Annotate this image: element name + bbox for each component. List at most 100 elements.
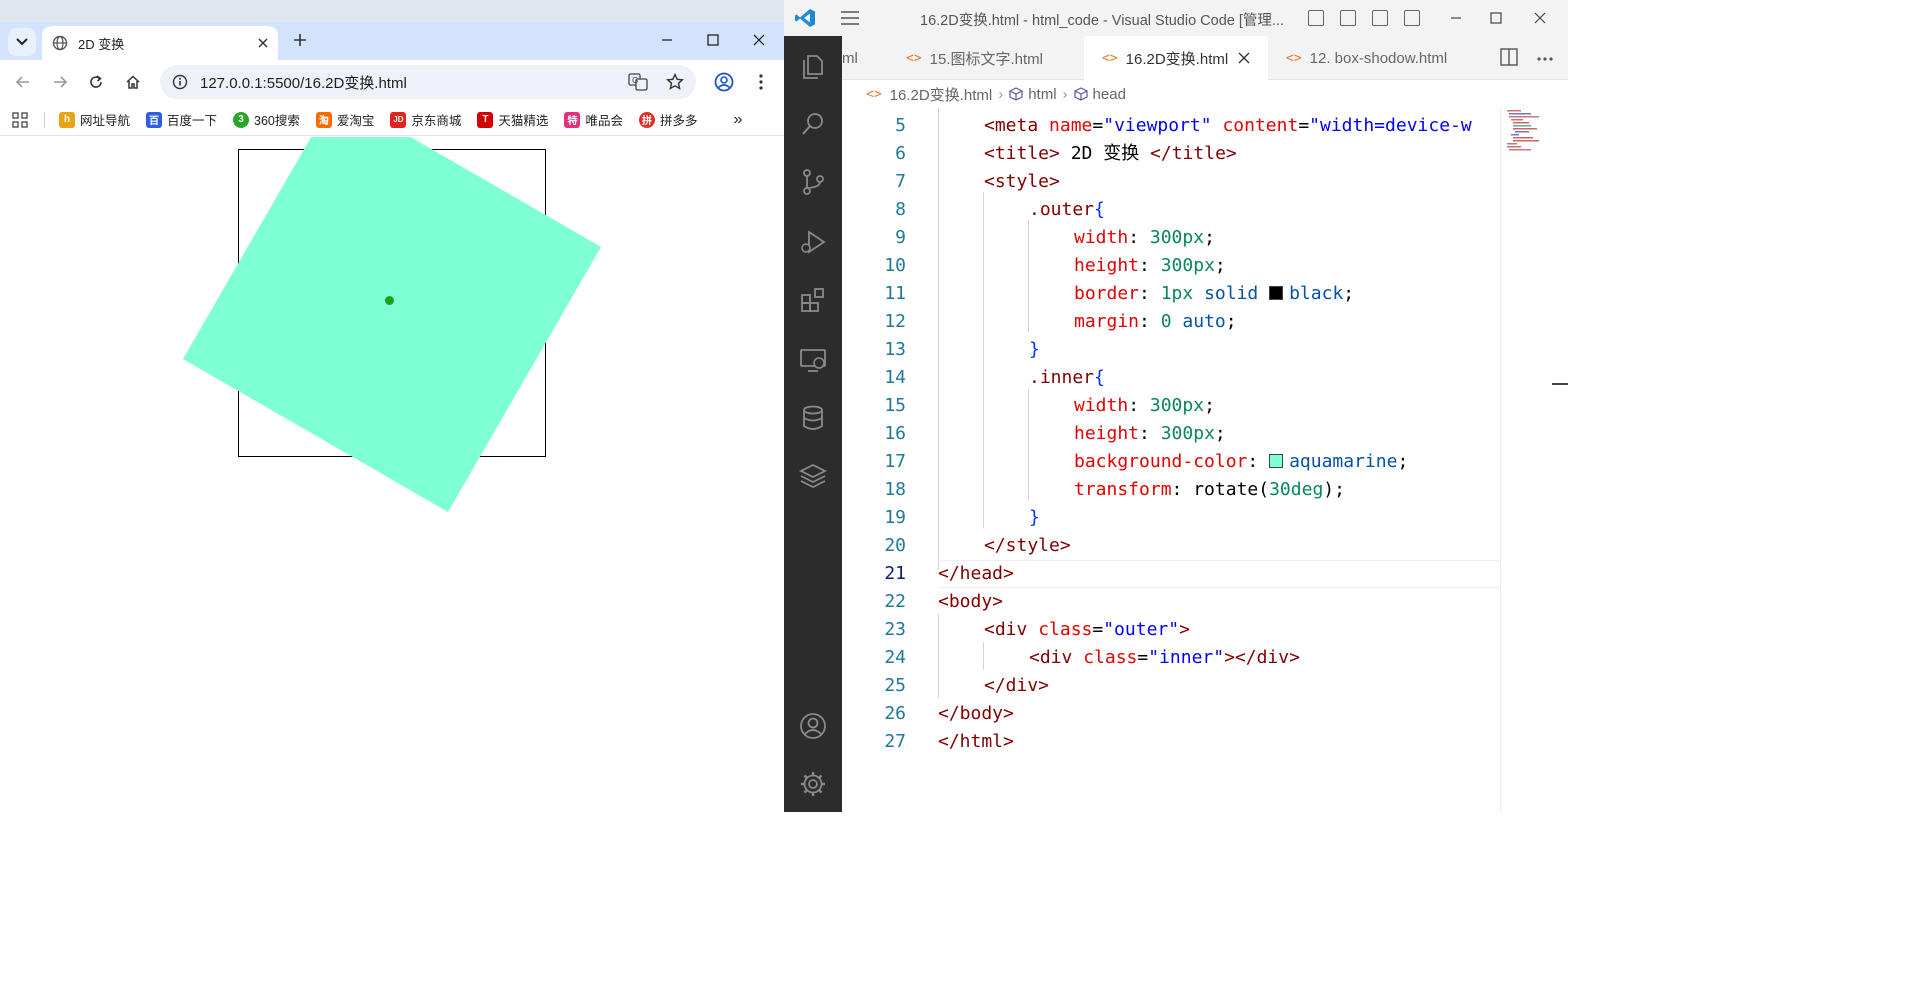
bookmark-favicon: 特 (564, 111, 581, 128)
editor-tab-bar: ml <> 15.图标文字.html <> 16.2D变换.html <> 12. b… (842, 36, 1568, 80)
bookmark-item[interactable]: 淘爱淘宝 (315, 110, 375, 129)
account-icon[interactable] (797, 710, 829, 742)
browser-menu-button[interactable] (747, 68, 775, 96)
code-token: ; (1204, 395, 1215, 416)
address-bar[interactable]: 127.0.0.1:5500/16.2D变换.html G (160, 65, 696, 99)
code-token: class (1083, 647, 1138, 668)
line-number: 18 (884, 479, 906, 500)
bookmark-item[interactable]: JD 京东商城 (390, 110, 461, 129)
page-viewport (0, 137, 784, 812)
back-button[interactable] (9, 68, 37, 96)
search-icon[interactable] (797, 108, 829, 140)
editor-scrollbar[interactable] (1552, 108, 1568, 812)
tab-title: 2D 变换 (78, 36, 125, 52)
line-number: 7 (895, 171, 906, 192)
reload-button[interactable] (82, 68, 110, 96)
color-swatch-aquamarine[interactable] (1269, 454, 1284, 468)
customize-layout-icon[interactable] (1404, 10, 1420, 26)
code-token: 1px (1160, 283, 1194, 304)
bookmark-item[interactable]: 百百度一下 (146, 110, 217, 129)
translate-icon[interactable]: G (628, 73, 648, 91)
vscode-minimize-button[interactable] (1436, 6, 1476, 30)
current-line-highlight (938, 560, 1500, 588)
bookmark-label: 拼多多 (659, 114, 698, 128)
bookmark-item[interactable]: T 天猫精选 (477, 110, 548, 129)
remote-explorer-icon[interactable] (797, 344, 829, 376)
code-line: 20 </style> (842, 532, 1500, 560)
toggle-panel-icon[interactable] (1340, 10, 1356, 26)
breadcrumb-html[interactable]: html (1028, 86, 1056, 103)
code-token: solid (1193, 283, 1270, 304)
bookmarks-bar: h 网址导航 百百度一下 3 360搜索 淘爱淘宝 JD 京东商城 T 天猫精选 特唯品… (0, 104, 784, 136)
code-line: 9 width: 300px; (842, 224, 1500, 252)
new-tab-button[interactable] (288, 28, 312, 52)
run-debug-icon[interactable] (797, 226, 829, 258)
code-token: 300px (1149, 227, 1205, 248)
code-token: <title> (984, 143, 1060, 164)
source-control-icon[interactable] (797, 166, 829, 198)
editor-tab[interactable]: <> 12. box-shodow.html (1268, 36, 1478, 80)
minimize-icon (1451, 17, 1461, 19)
vscode-maximize-button[interactable] (1476, 6, 1516, 30)
minimap[interactable] (1500, 108, 1552, 812)
code-line: 10 height: 300px; (842, 252, 1500, 280)
split-editor-icon[interactable] (1500, 48, 1518, 66)
editor-tab-active[interactable]: <> 16.2D变换.html (1084, 36, 1268, 80)
explorer-icon[interactable] (797, 50, 829, 82)
profile-button[interactable] (710, 68, 738, 96)
tab-label: 16.2D变换.html (1125, 50, 1229, 68)
close-tab-icon[interactable] (258, 38, 268, 48)
color-swatch-black[interactable] (1269, 286, 1284, 300)
layers-icon[interactable] (797, 460, 829, 492)
home-button[interactable] (119, 68, 147, 96)
minimize-button[interactable] (644, 26, 690, 54)
code-token: = (1092, 115, 1104, 136)
hamburger-menu-icon[interactable] (840, 10, 860, 26)
breadcrumb: <> 16.2D变换.html › html › head (842, 80, 1568, 108)
extensions-icon[interactable] (797, 284, 829, 316)
bookmark-label: 爱淘宝 (336, 114, 375, 128)
code-token: ; (1214, 255, 1226, 276)
code-token: <div (1029, 647, 1084, 668)
browser-tab-active[interactable]: 2D 变换 (42, 26, 278, 60)
editor-tab[interactable]: ml (842, 36, 884, 80)
apps-grid-icon[interactable] (12, 111, 28, 128)
line-number: 5 (895, 115, 906, 136)
code-token: <style> (984, 171, 1060, 192)
element-cube-icon (1009, 87, 1023, 101)
maximize-button[interactable] (690, 26, 736, 54)
code-editor[interactable]: 5 <meta name="viewport" content="width=de… (842, 108, 1500, 812)
code-token: width (1074, 227, 1129, 248)
line-number: 22 (884, 591, 906, 612)
editor-tab[interactable]: <> 15.图标文字.html (888, 36, 1084, 80)
bookmark-item[interactable]: 3 360搜索 (233, 110, 300, 129)
bookmark-item[interactable]: h 网址导航 (59, 110, 130, 129)
bookmark-item[interactable]: 拼拼多多 (638, 110, 698, 129)
bookmark-item[interactable]: 特唯品会 (564, 110, 623, 129)
line-number: 16 (884, 423, 906, 444)
vscode-window: 16.2D变换.html - html_code - Visual Studio… (784, 0, 1568, 812)
code-token: ; (1204, 227, 1215, 248)
bookmark-star-icon[interactable] (666, 73, 684, 91)
line-number: 9 (895, 227, 906, 248)
bookmark-label: 网址导航 (80, 114, 131, 128)
site-info-icon[interactable] (172, 74, 188, 90)
toggle-sidebar-icon[interactable] (1308, 10, 1324, 26)
maximize-icon (1490, 12, 1502, 24)
tab-search-button[interactable] (8, 28, 36, 56)
more-actions-icon[interactable] (1536, 56, 1554, 62)
more-bookmarks-button[interactable]: » (733, 111, 742, 129)
database-icon[interactable] (797, 402, 829, 434)
breadcrumb-file[interactable]: 16.2D变换.html (890, 84, 993, 105)
breadcrumb-head[interactable]: head (1093, 86, 1126, 103)
line-number: 27 (884, 731, 906, 752)
code-token: auto (1171, 311, 1226, 332)
toggle-secondary-sidebar-icon[interactable] (1372, 10, 1388, 26)
vscode-close-button[interactable] (1520, 6, 1560, 30)
close-window-button[interactable] (736, 26, 782, 54)
forward-button[interactable] (46, 68, 74, 96)
settings-gear-icon[interactable] (797, 768, 829, 800)
close-tab-icon[interactable] (1238, 52, 1250, 64)
url-text[interactable]: 127.0.0.1:5500/16.2D变换.html (200, 72, 628, 93)
line-number: 14 (884, 367, 906, 388)
